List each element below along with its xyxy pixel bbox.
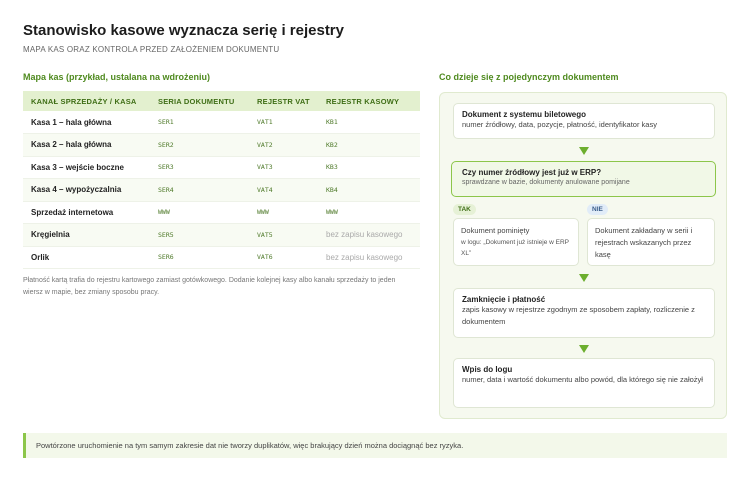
cell-kanal: Kasa 3 – wejście boczne bbox=[23, 156, 150, 179]
table-row: Kasa 1 – hala główna SER1 VAT1 KB1 bbox=[23, 111, 420, 134]
cell-vat: VAT4 bbox=[249, 178, 318, 202]
cell-vat: VAT2 bbox=[249, 133, 318, 157]
cell-kanal: Kręgielnia bbox=[23, 223, 150, 247]
branch-description: w logu: „Dokument już istnieje w ERP XL” bbox=[461, 239, 569, 257]
cell-kasowy: KB4 bbox=[318, 178, 420, 202]
column-header-kasowy: REJESTR KASOWY bbox=[318, 91, 420, 111]
page-subtitle: MAPA KAS ORAZ KONTROLA PRZED ZAŁOŻENIEM … bbox=[23, 45, 280, 54]
cell-kasowy: KB1 bbox=[318, 111, 420, 134]
flow-branch-skipped: Dokument pominięty w logu: „Dokument już… bbox=[453, 218, 579, 266]
footer-note: Powtórzone uruchomienie na tym samym zak… bbox=[23, 433, 727, 458]
map-heading: Mapa kas (przykład, ustalana na wdrożeni… bbox=[23, 72, 211, 82]
cell-kanal: Sprzedaż internetowa bbox=[23, 201, 150, 224]
cash-register-map-table: KANAŁ SPRZEDAŻY / KASA SERIA DOKUMENTU R… bbox=[23, 91, 420, 269]
cell-kasowy: KB2 bbox=[318, 133, 420, 157]
arrow-down-icon bbox=[579, 147, 589, 155]
column-header-seria: SERIA DOKUMENTU bbox=[150, 91, 249, 111]
cell-vat: VAT6 bbox=[249, 246, 318, 269]
cell-kanal: Kasa 2 – hala główna bbox=[23, 133, 150, 157]
page-title: Stanowisko kasowe wyznacza serię i rejes… bbox=[23, 22, 344, 39]
cell-vat: WWW bbox=[249, 201, 318, 224]
step-description: zapis kasowy w rejestrze zgodnym ze spos… bbox=[462, 305, 695, 326]
flow-heading: Co dzieje się z pojedynczym dokumentem bbox=[439, 72, 619, 82]
table-row: Kasa 3 – wejście boczne SER3 VAT3 KB3 bbox=[23, 156, 420, 179]
table-row: Orlik SER6 VAT6 bez zapisu kasowego bbox=[23, 246, 420, 269]
cell-seria: WWW bbox=[150, 201, 249, 224]
cell-kasowy: WWW bbox=[318, 201, 420, 224]
flow-step-source-document: Dokument z systemu biletowego numer źród… bbox=[453, 103, 715, 139]
flow-step-log-entry: Wpis do logu numer, data i wartość dokum… bbox=[453, 358, 715, 408]
yes-badge: TAK bbox=[453, 204, 476, 215]
cell-kasowy: KB3 bbox=[318, 156, 420, 179]
arrow-down-icon bbox=[579, 345, 589, 353]
table-row: Kasa 4 – wypożyczalnia SER4 VAT4 KB4 bbox=[23, 178, 420, 202]
cell-seria: SER4 bbox=[150, 178, 249, 202]
no-badge: NIE bbox=[587, 204, 608, 215]
cell-seria: SER3 bbox=[150, 156, 249, 179]
table-row: Sprzedaż internetowa WWW WWW WWW bbox=[23, 201, 420, 224]
flow-branch-created: Dokument zakładany w serii i rejestrach … bbox=[587, 218, 715, 266]
cell-kasowy: bez zapisu kasowego bbox=[318, 246, 420, 269]
document-flow-panel: Dokument z systemu biletowego numer źród… bbox=[439, 92, 727, 419]
step-title: Zamknięcie i płatność bbox=[462, 295, 546, 304]
branch-description: Dokument zakładany w serii i rejestrach … bbox=[595, 226, 693, 259]
cell-kanal: Orlik bbox=[23, 246, 150, 269]
flow-step-closing-payment: Zamknięcie i płatność zapis kasowy w rej… bbox=[453, 288, 715, 338]
cell-seria: SER6 bbox=[150, 246, 249, 269]
arrow-down-icon bbox=[579, 274, 589, 282]
branch-title: Dokument pominięty bbox=[461, 226, 530, 235]
table-row: Kasa 2 – hala główna SER2 VAT2 KB2 bbox=[23, 133, 420, 157]
cell-seria: SER1 bbox=[150, 111, 249, 134]
cell-vat: VAT3 bbox=[249, 156, 318, 179]
cell-seria: SER2 bbox=[150, 133, 249, 157]
map-note: Płatność kartą trafia do rejestru kartow… bbox=[23, 277, 396, 296]
step-description: numer źródłowy, data, pozycje, płatność,… bbox=[462, 120, 657, 129]
table-header-row: KANAŁ SPRZEDAŻY / KASA SERIA DOKUMENTU R… bbox=[23, 91, 420, 111]
cell-vat: VAT5 bbox=[249, 223, 318, 247]
step-description: sprawdzane w bazie, dokumenty anulowane … bbox=[462, 179, 630, 186]
step-title: Czy numer źródłowy jest już w ERP? bbox=[462, 168, 602, 177]
column-header-vat: REJESTR VAT bbox=[249, 91, 318, 111]
cell-vat: VAT1 bbox=[249, 111, 318, 134]
step-title: Wpis do logu bbox=[462, 365, 513, 374]
cell-seria: SER5 bbox=[150, 223, 249, 247]
flow-step-duplicate-check: Czy numer źródłowy jest już w ERP? spraw… bbox=[451, 161, 716, 197]
cell-kanal: Kasa 4 – wypożyczalnia bbox=[23, 178, 150, 202]
table-row: Kręgielnia SER5 VAT5 bez zapisu kasowego bbox=[23, 223, 420, 247]
step-description: numer, data i wartość dokumentu albo pow… bbox=[462, 375, 703, 384]
cell-kanal: Kasa 1 – hala główna bbox=[23, 111, 150, 134]
step-title: Dokument z systemu biletowego bbox=[462, 110, 587, 119]
cell-kasowy: bez zapisu kasowego bbox=[318, 223, 420, 247]
column-header-kanal: KANAŁ SPRZEDAŻY / KASA bbox=[23, 91, 150, 111]
